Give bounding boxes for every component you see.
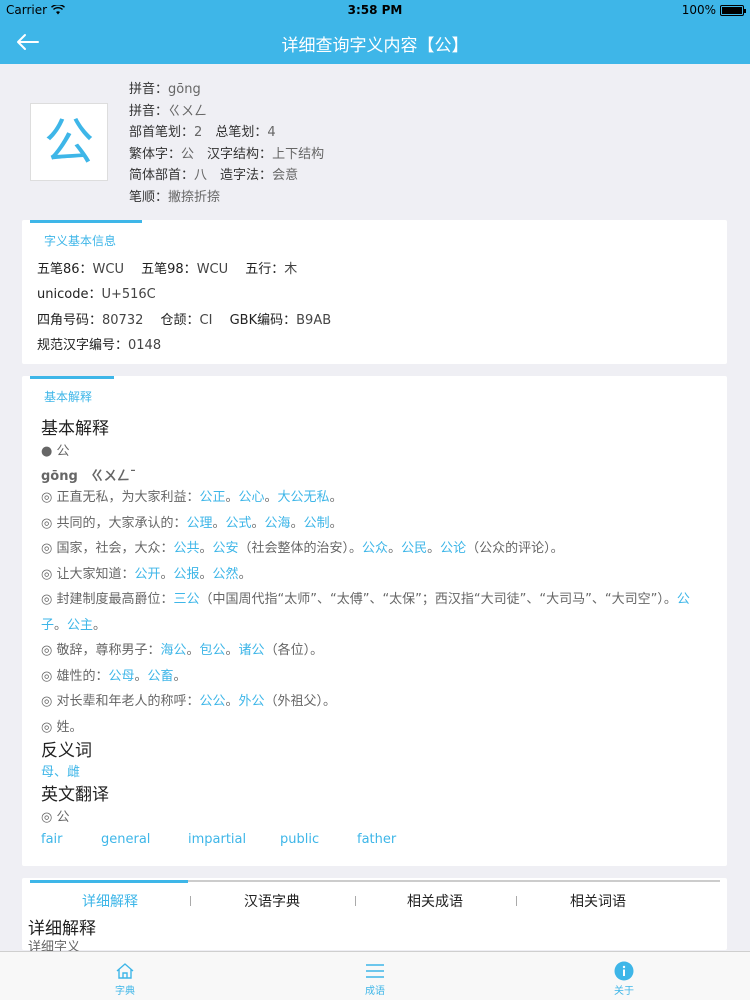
tab-idioms[interactable]: 成语	[325, 952, 425, 1000]
pinyin-value: gōng	[168, 82, 201, 97]
page-title: 详细查询字义内容【公】	[281, 36, 469, 56]
zhuyin-value: ㄍㄨㄥ	[168, 103, 208, 119]
tab-chinese-dictionary[interactable]: 汉语字典	[192, 891, 352, 911]
info-icon	[614, 961, 634, 981]
basic-info-title: 字义基本信息	[44, 234, 117, 248]
word-link[interactable]: 公民	[401, 541, 427, 556]
word-link[interactable]: 公正	[199, 490, 225, 505]
definition-list: ◎ 正直无私，为大家利益：公正。公心。大公无私。 ◎ 共同的，大家承认的：公理。…	[41, 485, 711, 740]
definition-item: ◎ 封建制度最高爵位：三公（中国周代指“太师”、“太傅”、“太保”；西汉指“大司…	[41, 592, 690, 633]
definition-item: ◎ 姓。	[41, 719, 83, 735]
word-link[interactable]: 公制	[304, 516, 330, 531]
word-link[interactable]: 公母	[108, 669, 134, 684]
pronunciation: gōng ㄍㄨㄥˉ	[41, 469, 137, 484]
word-link[interactable]: 大公无私	[278, 490, 330, 505]
english-word[interactable]: fair	[41, 832, 63, 847]
english-word[interactable]: general	[101, 832, 150, 847]
detail-card: 详细解释 汉语字典 相关成语 相关词语 详细解释 详细字义	[22, 878, 727, 955]
english-word[interactable]: public	[280, 832, 319, 847]
word-link[interactable]: 公海	[265, 516, 291, 531]
definition-item: ◎ 国家，社会，大众：公共。公安（社会整体的治安）。公众。公民。公论（公众的评论…	[41, 541, 564, 556]
word-link[interactable]: 海公	[160, 643, 186, 658]
definition-item: ◎ 正直无私，为大家利益：公正。公心。大公无私。	[41, 490, 343, 505]
english-word[interactable]: impartial	[188, 832, 246, 847]
antonym-links[interactable]: 母、雌	[41, 761, 80, 780]
word-link[interactable]: 公报	[174, 567, 200, 582]
english-heading: 英文翻译	[41, 785, 109, 805]
character-display: 公	[30, 103, 108, 181]
word-link[interactable]: 诸公	[239, 643, 265, 658]
word-link[interactable]: 公然	[213, 567, 239, 582]
status-time: 3:58 PM	[347, 3, 403, 17]
basic-explain-tab: 基本解释	[44, 390, 93, 404]
word-link[interactable]: 公畜	[148, 669, 174, 684]
battery-percent: 100%	[681, 3, 716, 17]
tab-related-idioms[interactable]: 相关成语	[355, 891, 515, 911]
battery-icon	[720, 4, 746, 16]
word-link[interactable]: 公众	[362, 541, 388, 556]
word-link[interactable]: 三公	[173, 592, 199, 607]
definition-item: ◎ 对长辈和年老人的称呼：公公。外公（外祖父）。	[41, 694, 337, 709]
definition-item: ◎ 敬辞，尊称男子：海公。包公。诸公（各位）。	[41, 643, 324, 658]
definition-item: ◎ 雄性的：公母。公畜。	[41, 668, 187, 684]
word-link[interactable]: 公论	[440, 541, 466, 556]
word-link[interactable]: 公公	[199, 694, 225, 709]
definition-item: ◎ 共同的，大家承认的：公理。公式。公海。公制。	[41, 515, 343, 531]
detail-tabs: 详细解释 汉语字典 相关成语 相关词语	[30, 878, 720, 912]
definition-item: ◎ 让大家知道：公开。公报。公然。	[41, 566, 252, 582]
word-link[interactable]: 公开	[134, 567, 160, 582]
word-link[interactable]: 公安	[213, 541, 239, 556]
tab-about[interactable]: 关于	[574, 952, 674, 1000]
english-word[interactable]: father	[357, 832, 396, 847]
tab-detail-explain[interactable]: 详细解释	[30, 891, 190, 911]
list-icon	[366, 964, 384, 978]
nav-bar: 详细查询字义内容【公】	[0, 20, 750, 64]
home-icon	[116, 963, 134, 979]
tab-dictionary[interactable]: 字典	[75, 952, 175, 1000]
character-info: 拼音：gōng 拼音：ㄍㄨㄥ 部首笔划：2 总笔划：4 繁体字：公 汉字结构：上…	[129, 82, 325, 205]
word-link[interactable]: 公主	[67, 618, 93, 633]
word-link[interactable]: 公共	[173, 541, 199, 556]
antonym-heading: 反义词	[41, 741, 92, 761]
basic-explain-card: 基本解释 基本解释 ● 公 gōng ㄍㄨㄥˉ ◎ 正直无私，为大家利益：公正。…	[22, 376, 727, 866]
word-link[interactable]: 公心	[239, 490, 265, 505]
tab-related-words[interactable]: 相关词语	[518, 891, 678, 911]
word-link[interactable]: 包公	[200, 643, 226, 658]
status-bar: Carrier 3:58 PM 100%	[0, 0, 750, 20]
basic-info-card: 字义基本信息 五笔86：WCU 五笔98：WCU 五行：木 unicode：U+…	[22, 220, 727, 364]
basic-explain-heading: 基本解释	[41, 419, 109, 439]
word-link[interactable]: 公式	[226, 516, 252, 531]
bottom-tab-bar: 字典 成语 关于	[0, 951, 750, 1000]
word-link[interactable]: 公理	[186, 516, 212, 531]
word-link[interactable]: 外公	[239, 694, 265, 709]
